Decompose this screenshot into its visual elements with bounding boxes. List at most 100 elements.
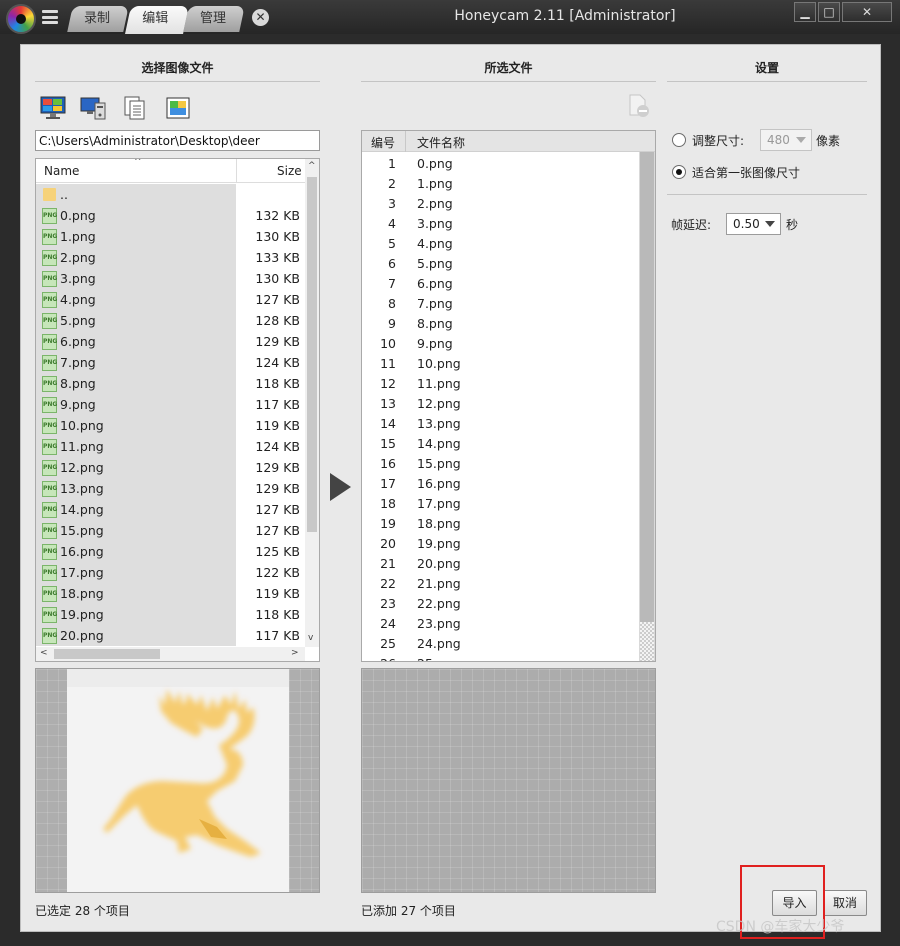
- desktop-icon[interactable]: [39, 95, 67, 121]
- tab-record[interactable]: 录制: [67, 6, 129, 32]
- file-size: 129 KB: [255, 481, 300, 496]
- add-to-selection-arrow-icon[interactable]: [330, 473, 351, 501]
- list-item[interactable]: PNG 4.png 127 KB: [36, 289, 306, 310]
- list-item[interactable]: PNG 3.png 130 KB: [36, 268, 306, 289]
- app-logo-icon[interactable]: [6, 4, 36, 34]
- tab-edit[interactable]: 编辑: [125, 6, 189, 34]
- scrollbar-thumb[interactable]: [307, 177, 317, 532]
- table-row[interactable]: 10 9.png: [362, 334, 639, 354]
- column-header-name[interactable]: Name: [44, 164, 79, 178]
- table-row[interactable]: 20 19.png: [362, 534, 639, 554]
- table-row[interactable]: 13 12.png: [362, 394, 639, 414]
- table-row[interactable]: 25 24.png: [362, 634, 639, 654]
- column-header-filename[interactable]: 文件名称: [417, 134, 465, 151]
- list-item[interactable]: PNG 19.png 118 KB: [36, 604, 306, 625]
- list-item[interactable]: PNG 16.png 125 KB: [36, 541, 306, 562]
- list-item[interactable]: PNG 1.png 130 KB: [36, 226, 306, 247]
- table-row[interactable]: 19 18.png: [362, 514, 639, 534]
- scrollbar-thumb[interactable]: [54, 649, 160, 659]
- list-item[interactable]: PNG 17.png 122 KB: [36, 562, 306, 583]
- file-name: 17.png: [60, 565, 104, 580]
- table-row[interactable]: 23 22.png: [362, 594, 639, 614]
- file-name: 15.png: [60, 523, 104, 538]
- table-row[interactable]: 2 1.png: [362, 174, 639, 194]
- table-row[interactable]: 24 23.png: [362, 614, 639, 634]
- file-name: 6.png: [60, 334, 96, 349]
- column-header-number[interactable]: 编号: [371, 134, 395, 151]
- table-row[interactable]: 4 3.png: [362, 214, 639, 234]
- list-item[interactable]: PNG 14.png 127 KB: [36, 499, 306, 520]
- column-header-size[interactable]: Size: [277, 164, 302, 178]
- computer-icon[interactable]: [79, 95, 107, 121]
- scrollbar-thumb[interactable]: [640, 152, 654, 622]
- resize-size-select[interactable]: 480: [760, 129, 812, 151]
- row-number: 25: [380, 636, 396, 651]
- table-row[interactable]: 3 2.png: [362, 194, 639, 214]
- tab-manage[interactable]: 管理: [183, 6, 245, 32]
- list-item[interactable]: PNG 13.png 129 KB: [36, 478, 306, 499]
- scroll-down-icon[interactable]: v: [308, 633, 313, 643]
- remove-file-icon[interactable]: [626, 93, 650, 119]
- frame-delay-select[interactable]: 0.50: [726, 213, 781, 235]
- list-item[interactable]: PNG 12.png 129 KB: [36, 457, 306, 478]
- close-window-button[interactable]: ✕: [842, 2, 892, 22]
- file-size: 130 KB: [255, 229, 300, 244]
- file-size: 119 KB: [255, 586, 300, 601]
- table-row[interactable]: 16 15.png: [362, 454, 639, 474]
- list-item[interactable]: PNG 2.png 133 KB: [36, 247, 306, 268]
- list-item[interactable]: PNG 6.png 129 KB: [36, 331, 306, 352]
- pictures-icon[interactable]: [164, 95, 192, 121]
- table-row[interactable]: 7 6.png: [362, 274, 639, 294]
- maximize-button[interactable]: □: [818, 2, 840, 22]
- minimize-button[interactable]: ▁: [794, 2, 816, 22]
- divider: [667, 81, 867, 82]
- row-number: 4: [388, 216, 396, 231]
- scroll-left-icon[interactable]: <: [40, 648, 48, 658]
- file-list-vertical-scrollbar[interactable]: ^ v: [305, 159, 319, 647]
- table-row[interactable]: 22 21.png: [362, 574, 639, 594]
- list-item[interactable]: PNG 5.png 128 KB: [36, 310, 306, 331]
- list-item[interactable]: PNG 0.png 132 KB: [36, 205, 306, 226]
- resize-radio[interactable]: [672, 133, 686, 147]
- documents-icon[interactable]: [121, 95, 149, 121]
- scroll-right-icon[interactable]: >: [291, 648, 299, 658]
- selected-files-header: 所选文件: [484, 61, 533, 75]
- scroll-up-icon[interactable]: ^: [308, 161, 316, 171]
- cancel-button[interactable]: 取消: [823, 890, 867, 916]
- table-row[interactable]: 9 8.png: [362, 314, 639, 334]
- table-row[interactable]: 8 7.png: [362, 294, 639, 314]
- window-title: Honeycam 2.11 [Administrator]: [454, 8, 676, 24]
- png-file-icon: PNG: [42, 376, 57, 392]
- file-list-horizontal-scrollbar[interactable]: < >: [36, 647, 305, 661]
- table-row[interactable]: 1 0.png: [362, 154, 639, 174]
- table-row[interactable]: 26 25.png: [362, 654, 639, 661]
- list-item-parent-folder[interactable]: ..: [36, 184, 306, 205]
- list-item[interactable]: PNG 8.png 118 KB: [36, 373, 306, 394]
- list-item[interactable]: PNG 9.png 117 KB: [36, 394, 306, 415]
- table-row[interactable]: 5 4.png: [362, 234, 639, 254]
- selected-files-list[interactable]: 编号 文件名称 1 0.png 2 1.png 3 2.png 4 3.png 5 4.png 6 5…: [361, 130, 656, 662]
- close-tab-icon[interactable]: ✕: [252, 9, 269, 26]
- table-row[interactable]: 14 13.png: [362, 414, 639, 434]
- list-item[interactable]: PNG 20.png 117 KB: [36, 625, 306, 646]
- table-row[interactable]: 21 20.png: [362, 554, 639, 574]
- file-name: 16.png: [60, 544, 104, 559]
- file-list[interactable]: ^ Name Size .. PNG 0.png 132 KB PNG 1.png 130…: [35, 158, 320, 662]
- table-row[interactable]: 6 5.png: [362, 254, 639, 274]
- list-item[interactable]: PNG 15.png 127 KB: [36, 520, 306, 541]
- table-row[interactable]: 18 17.png: [362, 494, 639, 514]
- table-row[interactable]: 12 11.png: [362, 374, 639, 394]
- table-row[interactable]: 17 16.png: [362, 474, 639, 494]
- selected-files-scrollbar[interactable]: [639, 152, 655, 661]
- list-item[interactable]: PNG 7.png 124 KB: [36, 352, 306, 373]
- list-item[interactable]: PNG 10.png 119 KB: [36, 415, 306, 436]
- list-item[interactable]: PNG 18.png 119 KB: [36, 583, 306, 604]
- fit-first-image-radio[interactable]: [672, 165, 686, 179]
- table-row[interactable]: 11 10.png: [362, 354, 639, 374]
- file-size: 118 KB: [255, 376, 300, 391]
- path-input[interactable]: [35, 130, 320, 151]
- list-item[interactable]: PNG 11.png 124 KB: [36, 436, 306, 457]
- hamburger-menu-icon[interactable]: [42, 10, 58, 24]
- row-number: 12: [380, 376, 396, 391]
- table-row[interactable]: 15 14.png: [362, 434, 639, 454]
